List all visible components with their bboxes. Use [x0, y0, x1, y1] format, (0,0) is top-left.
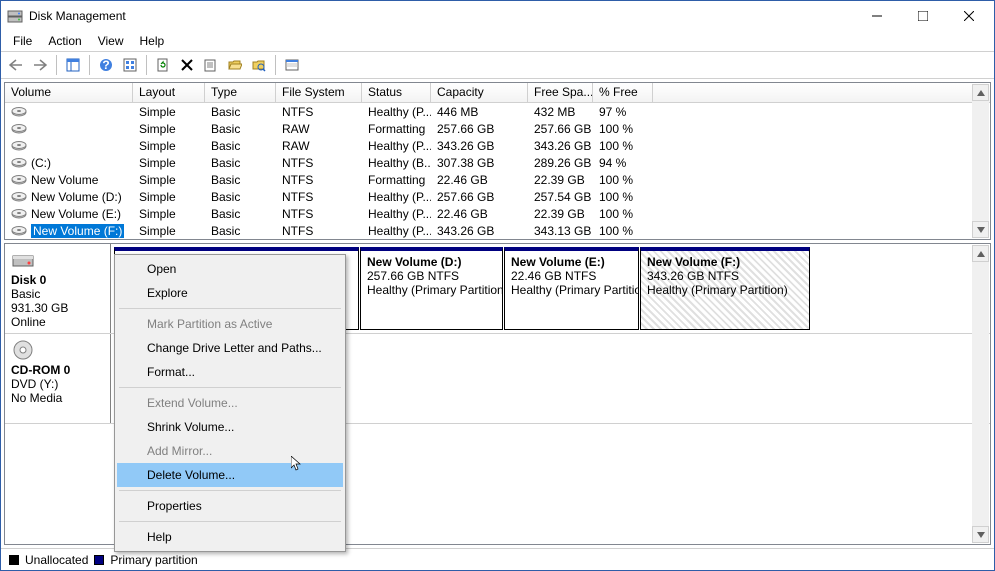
menu-item[interactable]: Properties: [117, 494, 343, 518]
menu-item[interactable]: Explore: [117, 281, 343, 305]
menu-help[interactable]: Help: [134, 32, 171, 50]
open-button[interactable]: [224, 54, 246, 76]
volume-row[interactable]: (C:)SimpleBasicNTFSHealthy (B...307.38 G…: [5, 154, 990, 171]
minimize-button[interactable]: [854, 1, 900, 31]
legend-swatch-primary: [94, 555, 104, 565]
disk-info: CD-ROM 0DVD (Y:)No Media: [5, 334, 111, 423]
toolbar: ?: [1, 51, 994, 79]
volume-list[interactable]: Volume Layout Type File System Status Ca…: [4, 82, 991, 240]
menubar: File Action View Help: [1, 31, 994, 51]
legend-label-primary: Primary partition: [110, 553, 197, 567]
partition[interactable]: New Volume (F:)343.26 GB NTFSHealthy (Pr…: [640, 247, 810, 330]
volume-row[interactable]: New Volume (E:)SimpleBasicNTFSHealthy (P…: [5, 205, 990, 222]
volume-row[interactable]: New Volume (F:)SimpleBasicNTFSHealthy (P…: [5, 222, 990, 239]
volume-row[interactable]: New VolumeSimpleBasicNTFSFormatting22.46…: [5, 171, 990, 188]
context-menu[interactable]: OpenExplore Mark Partition as ActiveChang…: [114, 254, 346, 552]
maximize-button[interactable]: [900, 1, 946, 31]
titlebar[interactable]: Disk Management: [1, 1, 994, 31]
legend-swatch-unallocated: [9, 555, 19, 565]
list-button[interactable]: [281, 54, 303, 76]
scroll-down-icon[interactable]: [972, 526, 989, 543]
help-button[interactable]: ?: [95, 54, 117, 76]
partition[interactable]: New Volume (E:)22.46 GB NTFSHealthy (Pri…: [504, 247, 639, 330]
menu-item: Add Mirror...: [117, 439, 343, 463]
menu-item: Mark Partition as Active: [117, 312, 343, 336]
app-icon: [7, 8, 23, 24]
disk-info: Disk 0Basic931.30 GBOnline: [5, 244, 111, 333]
explore-button[interactable]: [248, 54, 270, 76]
scroll-up-icon[interactable]: [972, 245, 989, 262]
properties-button[interactable]: [200, 54, 222, 76]
window-title: Disk Management: [29, 9, 854, 23]
menu-item[interactable]: Delete Volume...: [117, 463, 343, 487]
partition[interactable]: New Volume (D:)257.66 GB NTFSHealthy (Pr…: [360, 247, 503, 330]
scroll-up-icon[interactable]: [972, 84, 989, 101]
col-type[interactable]: Type: [205, 83, 276, 102]
svg-text:?: ?: [102, 58, 109, 72]
menu-file[interactable]: File: [7, 32, 38, 50]
menu-item[interactable]: Open: [117, 257, 343, 281]
col-status[interactable]: Status: [362, 83, 431, 102]
volume-row[interactable]: SimpleBasicNTFSHealthy (P...446 MB432 MB…: [5, 103, 990, 120]
volume-row[interactable]: SimpleBasicRAWHealthy (P...343.26 GB343.…: [5, 137, 990, 154]
menu-item[interactable]: Format...: [117, 360, 343, 384]
close-button[interactable]: [946, 1, 992, 31]
forward-button[interactable]: [29, 54, 51, 76]
settings-button[interactable]: [119, 54, 141, 76]
col-pctfree[interactable]: % Free: [593, 83, 653, 102]
menu-item[interactable]: Help: [117, 525, 343, 549]
volume-row[interactable]: New Volume (D:)SimpleBasicNTFSHealthy (P…: [5, 188, 990, 205]
scrollbar[interactable]: [972, 84, 989, 238]
show-hide-button[interactable]: [62, 54, 84, 76]
refresh-button[interactable]: [152, 54, 174, 76]
menu-action[interactable]: Action: [42, 32, 87, 50]
menu-item[interactable]: Change Drive Letter and Paths...: [117, 336, 343, 360]
menu-item: Extend Volume...: [117, 391, 343, 415]
delete-button[interactable]: [176, 54, 198, 76]
col-layout[interactable]: Layout: [133, 83, 205, 102]
column-headers: Volume Layout Type File System Status Ca…: [5, 83, 990, 103]
col-volume[interactable]: Volume: [5, 83, 133, 102]
disk-scrollbar[interactable]: [972, 245, 989, 543]
menu-view[interactable]: View: [92, 32, 130, 50]
col-filesystem[interactable]: File System: [276, 83, 362, 102]
legend-label-unallocated: Unallocated: [25, 553, 88, 567]
col-capacity[interactable]: Capacity: [431, 83, 528, 102]
volume-row[interactable]: SimpleBasicRAWFormatting257.66 GB257.66 …: [5, 120, 990, 137]
menu-item[interactable]: Shrink Volume...: [117, 415, 343, 439]
scroll-down-icon[interactable]: [972, 221, 989, 238]
col-freespace[interactable]: Free Spa...: [528, 83, 593, 102]
back-button[interactable]: [5, 54, 27, 76]
cursor-icon: [291, 456, 307, 472]
